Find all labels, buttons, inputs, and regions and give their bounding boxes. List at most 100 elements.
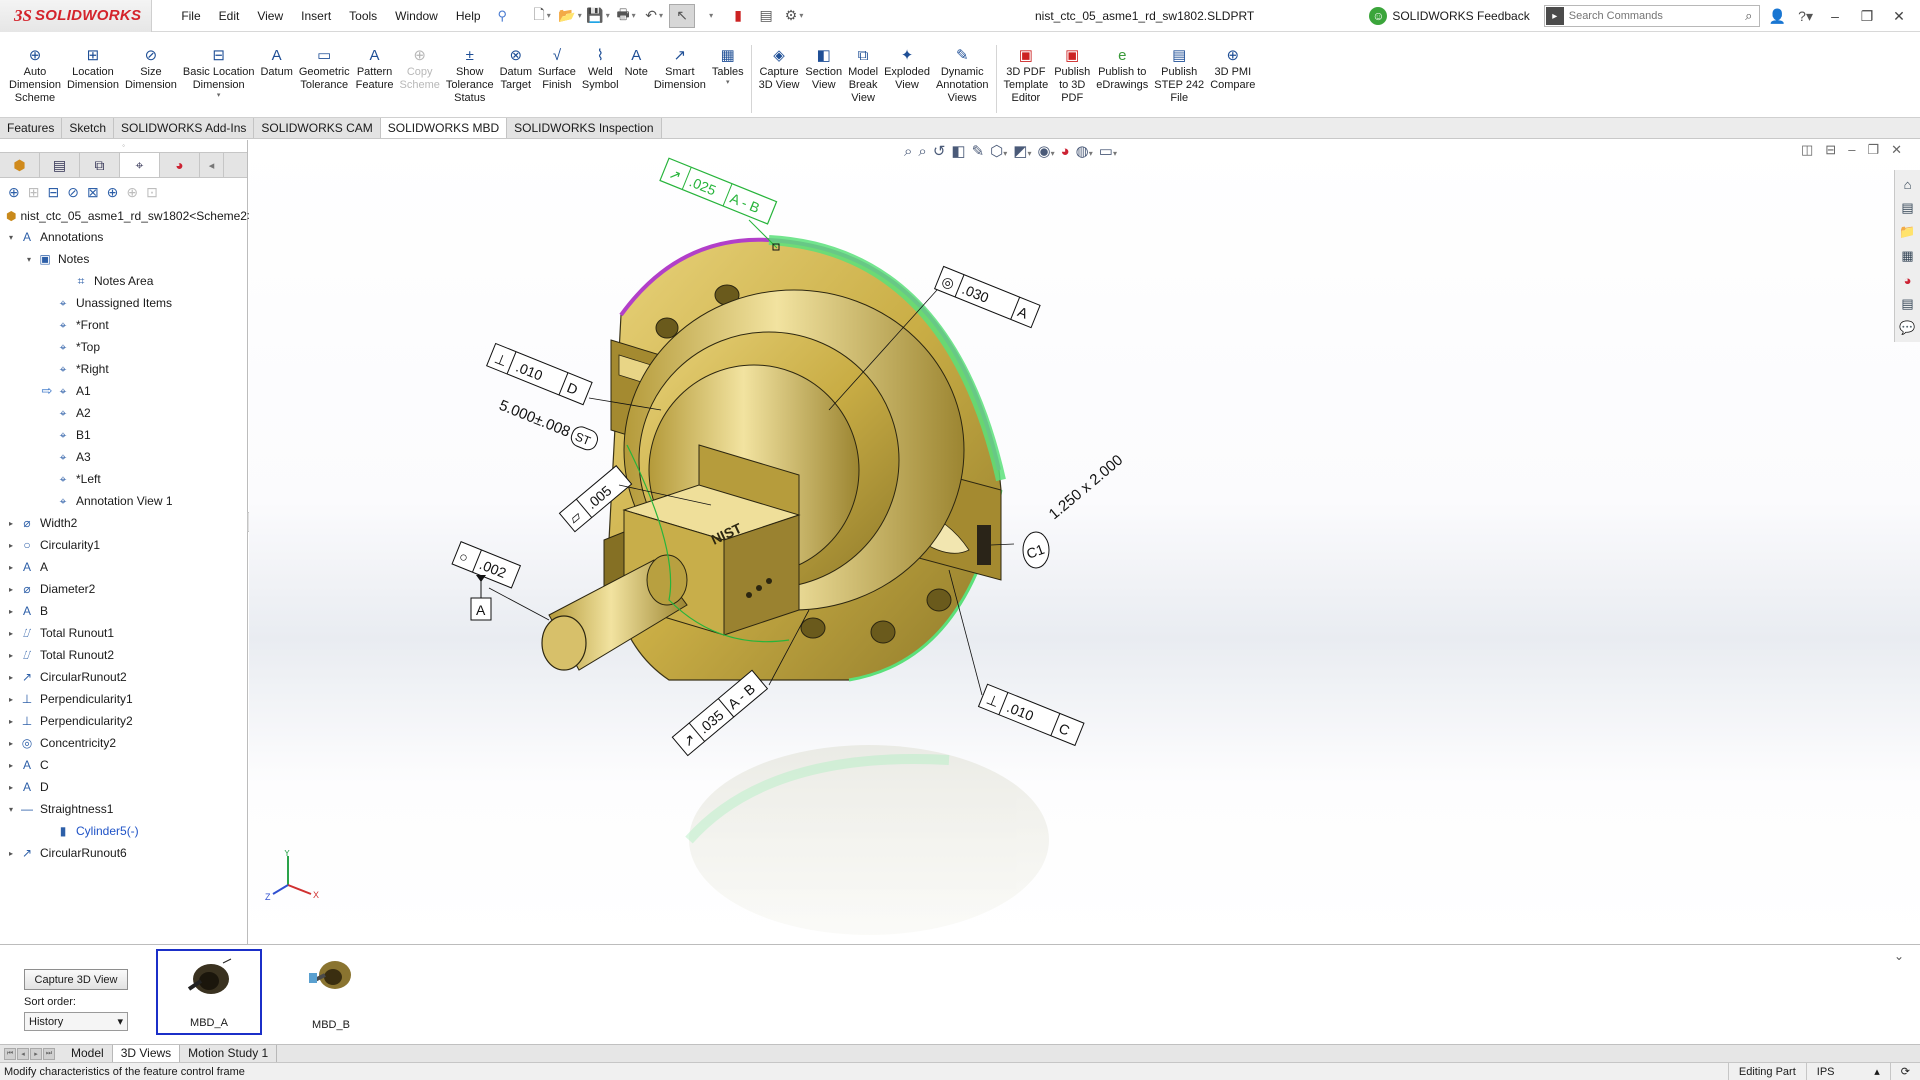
tree-item[interactable]: ▾ ▣ Notes (0, 248, 247, 270)
expand-icon[interactable]: ▸ (4, 695, 18, 704)
file-explorer-icon[interactable]: 📁 (1897, 222, 1918, 242)
model-view[interactable]: NIST ↗ .025 A - B ◎ .030 A ⊥ .010 D 5.00… (249, 140, 1920, 944)
tab-features[interactable]: Features (0, 118, 63, 138)
menu-insert[interactable]: Insert (292, 0, 340, 32)
file-properties-icon[interactable]: ▤ (753, 4, 779, 28)
viewport-tile-icon[interactable]: ◫ (1801, 142, 1813, 158)
save-icon[interactable]: 💾 ▾ (585, 4, 611, 28)
chamfer-text[interactable]: 1.250 x 2.000 (1046, 452, 1127, 523)
auto-dimension-scheme-icon[interactable]: ⊕ (8, 184, 20, 200)
tab-sketch[interactable]: Sketch (62, 118, 115, 138)
fcf-left-perpendicularity[interactable]: ⊥ .010 D (486, 342, 593, 406)
view-settings-icon[interactable]: ▭▾ (1099, 142, 1117, 160)
copy-scheme-tool-icon[interactable]: ⊕ (126, 184, 138, 200)
property-manager-tab-icon[interactable]: ▤ (40, 153, 80, 177)
tab-motion-study[interactable]: Motion Study 1 (180, 1045, 278, 1062)
publish-step-button[interactable]: ▤ Publish STEP 242 File (1151, 45, 1207, 105)
size-dimension-tool-icon[interactable]: ⊘ (67, 184, 79, 200)
zoom-area-icon[interactable]: ⌕ (918, 143, 926, 160)
forum-icon[interactable]: 💬 (1897, 318, 1918, 338)
menu-tools[interactable]: Tools (340, 0, 386, 32)
expand-icon[interactable]: ▸ (4, 739, 18, 748)
datum-c1[interactable]: C1 (1022, 531, 1050, 569)
expand-icon[interactable]: ▸ (4, 585, 18, 594)
search-icon[interactable]: ⌕ (1739, 8, 1759, 24)
tab-inspection[interactable]: SOLIDWORKS Inspection (507, 118, 662, 138)
search-commands-input[interactable] (1564, 10, 1739, 22)
menu-help[interactable]: Help (447, 0, 490, 32)
section-view-button[interactable]: ◧ Section View (802, 45, 845, 92)
tree-item[interactable]: ▮ Cylinder5(-) (0, 820, 247, 842)
command-search-icon[interactable]: ▸ (1545, 7, 1564, 25)
expand-icon[interactable]: ▸ (4, 519, 18, 528)
expand-icon[interactable]: ▸ (4, 673, 18, 682)
geometric-tolerance-button[interactable]: ▭ Geometric Tolerance (296, 45, 353, 92)
design-library-icon[interactable]: ▤ (1897, 198, 1918, 218)
tree-item[interactable]: ⌗ Notes Area (0, 270, 247, 292)
pdf-template-editor-button[interactable]: ▣ 3D PDF Template Editor (1001, 45, 1052, 105)
basic-location-dimension-button[interactable]: ⊟ Basic Location Dimension ▾ (180, 45, 258, 100)
solidworks-logo[interactable]: 3S SOLIDWORKS (0, 0, 153, 32)
select-pointer-icon[interactable]: ↖ (669, 3, 696, 28)
dimension-5000[interactable]: 5.000±.008 ST (496, 395, 600, 453)
view-palette-icon[interactable]: ▦ (1897, 246, 1918, 266)
fcf-right-concentricity[interactable]: ◎ .030 A (933, 265, 1041, 329)
weld-symbol-button[interactable]: ⌇ Weld Symbol (579, 45, 622, 92)
surface-finish-button[interactable]: √ Surface Finish (535, 45, 579, 92)
view-card-mbd-a[interactable]: MBD_A (156, 949, 262, 1035)
expand-icon[interactable]: ▸ (4, 629, 18, 638)
help-icon[interactable]: ?▾ (1795, 8, 1816, 25)
tree-item[interactable]: ▸ ⌀ Width2 (0, 512, 247, 534)
fcf-circularity[interactable]: ○ .002 (451, 541, 522, 589)
expand-icon[interactable]: ▸ (4, 541, 18, 550)
auto-dimension-scheme-button[interactable]: ⊕ Auto Dimension Scheme (6, 45, 64, 105)
home-icon[interactable]: ⌂ (1897, 174, 1918, 194)
tree-item[interactable]: ⌖ *Left (0, 468, 247, 490)
tree-item[interactable]: ⌖ *Top (0, 336, 247, 358)
expand-icon[interactable]: ▸ (4, 761, 18, 770)
expand-icon[interactable]: ▸ (4, 651, 18, 660)
feedback-link[interactable]: ☺ SOLIDWORKS Feedback (1369, 7, 1530, 25)
publish-edrawings-button[interactable]: e Publish to eDrawings (1093, 45, 1151, 92)
tree-item[interactable]: ▸ ⌰ Total Runout2 (0, 644, 247, 666)
tables-button[interactable]: ▦ Tables ▾ (709, 45, 747, 87)
fcf-bottom-runout[interactable]: ↗ .035 A - B (671, 669, 769, 757)
menu-file[interactable]: File (172, 0, 209, 32)
tree-item[interactable]: ⌖ *Right (0, 358, 247, 380)
model-break-view-button[interactable]: ⧉ Model Break View (845, 45, 881, 105)
tab-3d-views[interactable]: 3D Views (112, 1045, 181, 1062)
panel-grip-icon[interactable]: ◦ (0, 140, 247, 152)
expand-icon[interactable]: ▸ (4, 607, 18, 616)
tree-item[interactable]: ▸ A B (0, 600, 247, 622)
tab-addins[interactable]: SOLIDWORKS Add-Ins (114, 118, 255, 138)
capture-3d-view-button[interactable]: ◈ Capture 3D View (756, 45, 803, 92)
units-selector[interactable]: IPS ▴ (1805, 1062, 1890, 1080)
zoom-to-fit-icon[interactable]: ⌕ (904, 143, 912, 160)
tree-item[interactable]: ▸ ↗ CircularRunout2 (0, 666, 247, 688)
select-dropdown-icon[interactable]: ▾ (697, 4, 723, 28)
chevron-down-icon[interactable]: ▾ (217, 92, 221, 100)
tree-item[interactable]: ▾ A Annotations (0, 226, 247, 248)
tab-first-icon[interactable]: ⏮ (4, 1047, 16, 1060)
graphics-viewport[interactable]: NIST ↗ .025 A - B ◎ .030 A ⊥ .010 D 5.00… (249, 140, 1920, 944)
expand-icon[interactable]: ▸ (4, 783, 18, 792)
panel-scroll-left-icon[interactable]: ◂ (200, 153, 224, 177)
print-icon[interactable]: 🖶 ▾ (613, 4, 639, 28)
tree-item[interactable]: ⌖ *Front (0, 314, 247, 336)
expand-icon[interactable]: ▸ (4, 717, 18, 726)
show-tolerance-status-icon[interactable]: ⊞ (28, 184, 40, 200)
view-orientation-icon[interactable]: ⬡▾ (990, 142, 1007, 160)
restore-button[interactable]: ❐ (1854, 8, 1880, 25)
basic-dimension-icon[interactable]: ⊟ (47, 184, 59, 200)
smart-dimension-button[interactable]: ↗ Smart Dimension (651, 45, 709, 92)
fcf-bottom-right-perpendicularity[interactable]: ⊥ .010 C (977, 683, 1085, 747)
location-dimension-button[interactable]: ⊞ Location Dimension (64, 45, 122, 92)
pmi-compare-button[interactable]: ⊕ 3D PMI Compare (1207, 45, 1258, 92)
size-dimension-button[interactable]: ⊘ Size Dimension (122, 45, 180, 92)
pattern-tool-icon[interactable]: ⊡ (146, 184, 158, 200)
tree-item[interactable]: ▸ ○ Circularity1 (0, 534, 247, 556)
tree-item[interactable]: ▸ ⊥ Perpendicularity2 (0, 710, 247, 732)
rebuild-status-icon[interactable]: ⟳ (1889, 1062, 1920, 1080)
tree-item[interactable]: ⌖ B1 (0, 424, 247, 446)
hide-show-items-icon[interactable]: ◉▾ (1037, 142, 1054, 160)
